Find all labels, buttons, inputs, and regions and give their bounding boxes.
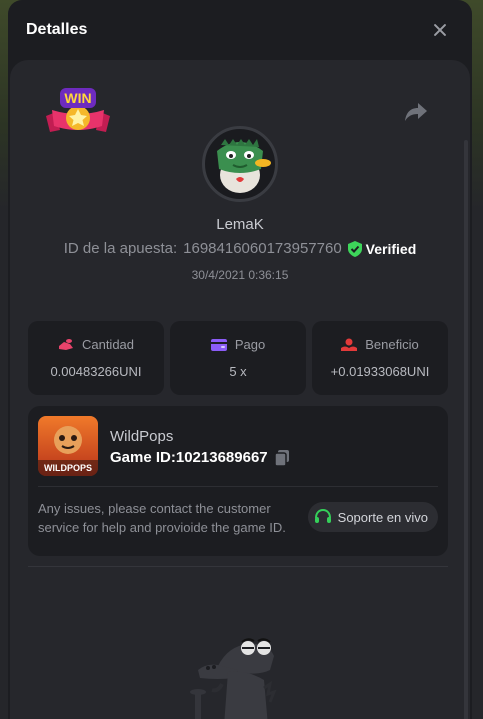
stat-beneficio: Beneficio +0.01933068UNI [312, 321, 448, 395]
game-card: WILDPOPS WildPops Game ID:10213689667 An… [28, 406, 448, 556]
game-id-text: Game ID:10213689667 [110, 449, 268, 466]
stat-cantidad-value: 0.00483266UNI [50, 364, 142, 379]
help-text: Any issues, please contact the customer … [38, 501, 286, 535]
bet-id-label: ID de la apuesta: [63, 240, 178, 257]
stat-beneficio-head: Beneficio [341, 337, 419, 352]
verified-badge: Verified [347, 240, 417, 257]
game-thumbnail[interactable]: WILDPOPS [38, 416, 98, 476]
win-badge-text: WIN [64, 90, 91, 106]
live-support-button[interactable]: Soporte en vivo [307, 502, 438, 532]
scrollbar[interactable] [464, 140, 468, 719]
crocodile-mascot-icon [190, 638, 277, 719]
stat-pago: Pago 5 x [170, 321, 306, 395]
stat-beneficio-value: +0.01933068UNI [330, 364, 430, 379]
stat-beneficio-label: Beneficio [365, 337, 419, 352]
share-icon[interactable] [404, 100, 428, 122]
live-support-label: Soporte en vivo [337, 509, 428, 525]
verified-label: Verified [365, 240, 417, 257]
details-modal: Detalles WIN LemaK ID de la apuesta: 169… [8, 0, 472, 719]
headset-icon [314, 508, 331, 523]
modal-header: Detalles [8, 0, 472, 60]
game-id-value: 10213689667 [175, 449, 268, 466]
stat-pago-value: 5 x [229, 364, 247, 379]
game-thumb-label: WILDPOPS [44, 463, 92, 473]
stat-pago-label: Pago [234, 337, 266, 352]
bet-date: 30/4/2021 0:36:15 [191, 268, 289, 282]
stat-cantidad-label: Cantidad [81, 337, 135, 352]
stats-row: Cantidad 0.00483266UNI Pago 5 x Benefici… [28, 321, 448, 395]
shield-check-icon [347, 240, 362, 257]
bet-id-value: 1698416060173957760 [183, 240, 342, 257]
close-button[interactable] [430, 20, 450, 40]
coins-icon [58, 338, 73, 350]
stat-cantidad: Cantidad 0.00483266UNI [28, 321, 164, 395]
stat-cantidad-head: Cantidad [58, 337, 134, 352]
profit-icon [341, 338, 358, 351]
game-name[interactable]: WildPops [110, 428, 173, 445]
bet-id-row: ID de la apuesta: 1698416060173957760 Ve… [10, 240, 470, 257]
username: LemaK [216, 216, 264, 233]
game-id-label: Game ID: [110, 449, 176, 466]
avatar [202, 126, 278, 202]
stat-pago-head: Pago [210, 337, 266, 352]
copy-icon[interactable] [273, 449, 290, 466]
game-card-divider [38, 486, 438, 487]
win-badge-icon: WIN [46, 88, 110, 132]
section-divider [28, 566, 448, 567]
bet-details-panel: WIN LemaK ID de la apuesta: 169841606017… [10, 60, 470, 719]
wallet-icon [210, 338, 227, 351]
game-id-row: Game ID:10213689667 [110, 449, 290, 466]
modal-title: Detalles [26, 21, 88, 38]
